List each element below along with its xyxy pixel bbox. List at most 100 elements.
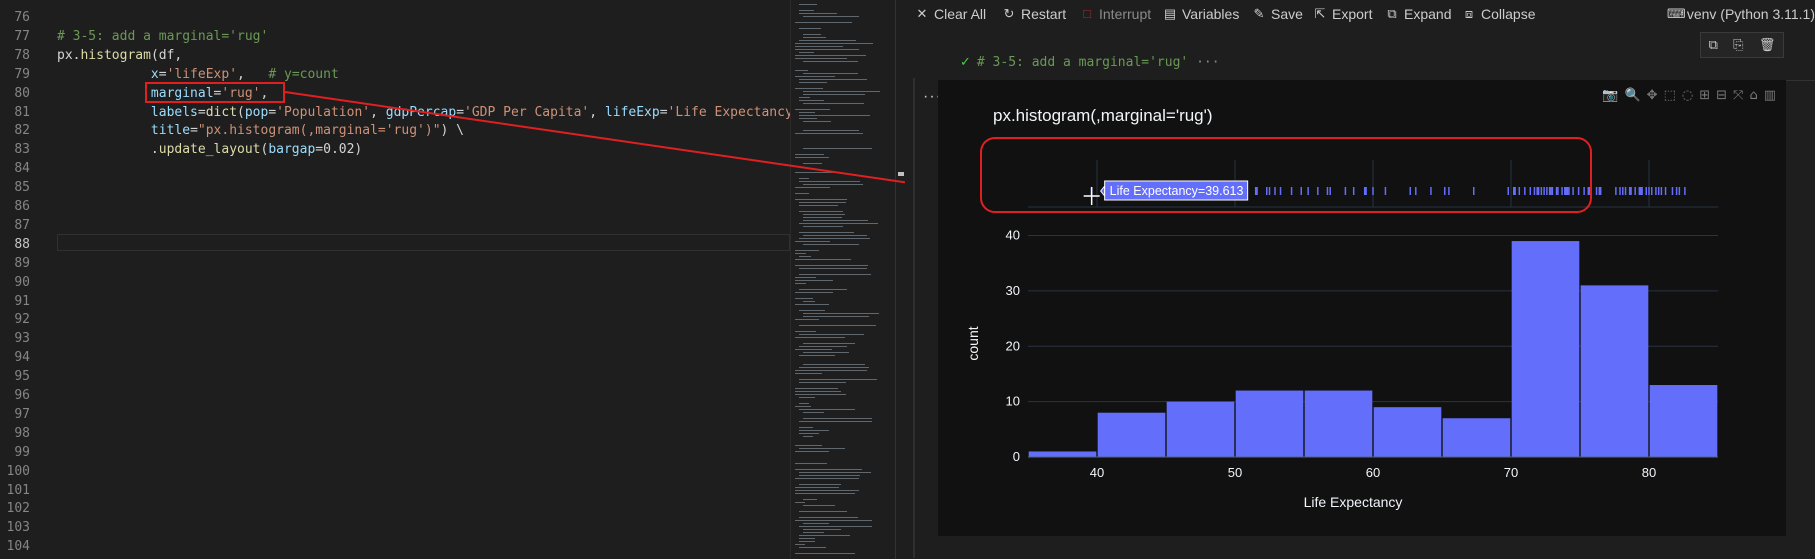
export-icon: ⇱	[1314, 6, 1326, 21]
y-tick-label: 0	[1013, 449, 1020, 464]
code-token: dict	[205, 104, 238, 120]
kernel-label: venv (Python 3.11.1)	[1686, 6, 1815, 22]
variables-button[interactable]: ▤ Variables	[1163, 6, 1239, 22]
code-token: histogram	[80, 47, 151, 63]
histogram-bar[interactable]	[1511, 241, 1580, 457]
cell-action-bar: ⧉ ⎘ 🗑	[1700, 32, 1784, 58]
export-button[interactable]: ⇱ Export	[1313, 6, 1373, 22]
copy-icon[interactable]: ⧉	[1709, 37, 1718, 53]
minimap-line	[795, 22, 852, 23]
histogram-bar[interactable]	[1442, 418, 1511, 457]
minimap-line	[799, 403, 809, 404]
restart-button[interactable]: ↻ Restart	[1002, 6, 1067, 22]
line-number: 87	[14, 217, 30, 233]
scrollbar-thumb[interactable]	[898, 172, 904, 176]
code-line[interactable]: labels=dict(pop='Population', gdpPercap=…	[57, 103, 793, 122]
minimap-line	[803, 16, 859, 17]
expand-button[interactable]: ⧉ Expand	[1385, 6, 1451, 22]
minimap-line	[799, 433, 819, 434]
minimap-line	[799, 475, 860, 476]
minimap-line	[803, 214, 845, 215]
minimap-line	[795, 370, 867, 371]
plotly-figure[interactable]: px.histogram(,marginal='rug') 40 50 60 70 80 0…	[938, 80, 1786, 536]
code-token: bargap	[268, 142, 316, 158]
save-button[interactable]: ✎ Save	[1252, 6, 1303, 22]
zoom-in-icon[interactable]: ⊞	[1699, 88, 1710, 103]
minimap-line	[795, 88, 823, 89]
delete-icon[interactable]: 🗑	[1759, 37, 1776, 53]
editor-scrollbar[interactable]	[895, 0, 905, 559]
code-token: 'Population'	[276, 104, 371, 120]
histogram-bar[interactable]	[1028, 451, 1097, 457]
current-line-highlight	[57, 234, 790, 251]
camera-icon[interactable]: 📷	[1602, 88, 1618, 103]
code-token: (df,	[150, 47, 183, 63]
go-to-code-icon[interactable]: ⎘	[1733, 37, 1743, 53]
line-number: 86	[14, 199, 30, 214]
code-token: ,	[237, 66, 269, 82]
minimap-line	[799, 538, 815, 539]
code-token: ,	[589, 104, 605, 120]
minimap-line	[795, 199, 847, 200]
interrupt-button[interactable]: □ Interrupt	[1080, 6, 1151, 22]
histogram-bar[interactable]	[1580, 285, 1649, 457]
code-line[interactable]: title="px.histogram(,marginal='rug')") \	[57, 121, 464, 140]
code-line[interactable]: px.histogram(df,	[57, 46, 182, 65]
histogram-bar[interactable]	[1235, 390, 1304, 457]
minimap-line	[799, 100, 824, 101]
minimap-line	[799, 310, 825, 311]
minimap-line	[803, 301, 815, 302]
histogram-chart[interactable]: px.histogram(,marginal='rug') 40 50 60 70 80 0…	[938, 80, 1786, 536]
minimap-line	[799, 268, 867, 269]
minimap-line	[799, 205, 838, 206]
code-token: # y=count	[268, 66, 339, 82]
minimap-line	[795, 58, 847, 59]
minimap-line	[795, 490, 859, 491]
zoom-icon[interactable]: 🔍	[1624, 88, 1640, 103]
histogram-bar[interactable]	[1166, 401, 1235, 457]
code-line[interactable]: .update_layout(bargap=0.02)	[57, 140, 362, 159]
minimap-line	[799, 541, 815, 542]
minimap-line	[803, 61, 858, 62]
minimap-line	[795, 55, 866, 56]
minimap-line	[795, 283, 806, 284]
clear-all-button[interactable]: ✕ Clear All	[915, 6, 987, 22]
minimap-line	[795, 469, 862, 470]
variables-label: Variables	[1182, 6, 1240, 22]
line-number: 91	[14, 293, 30, 309]
minimap-line	[803, 148, 872, 149]
minimap-line	[799, 397, 815, 398]
y-tick-label: 20	[1006, 338, 1020, 353]
histogram-bar[interactable]	[1649, 385, 1718, 457]
code-line[interactable]: # 3-5: add a marginal='rug'	[57, 27, 268, 46]
collapse-button[interactable]: ⧈ Collapse	[1462, 6, 1536, 22]
success-check-icon: ✓	[960, 55, 971, 70]
minimap[interactable]	[790, 0, 895, 559]
code-token: title	[150, 123, 191, 139]
zoom-out-icon[interactable]: ⊟	[1716, 88, 1727, 103]
interactive-window-panel[interactable]: ✕ Clear All ↻ Restart □ Interrupt ▤ Variables ✎ S…	[905, 0, 1815, 559]
lasso-select-icon[interactable]: ◌	[1682, 88, 1693, 103]
minimap-line	[803, 37, 826, 38]
kernel-selector[interactable]: ⌨ venv (Python 3.11.1)	[1667, 6, 1815, 22]
cell-input-collapsed[interactable]: ✓ # 3-5: add a marginal='rug' ···	[960, 55, 1220, 70]
expand-ellipsis[interactable]: ···	[1196, 55, 1219, 70]
pan-icon[interactable]: ✥	[1647, 88, 1658, 103]
x-tick-label: 50	[1228, 465, 1242, 480]
minimap-line	[799, 28, 821, 29]
box-select-icon[interactable]: ⬚	[1664, 88, 1676, 103]
stop-icon: □	[1083, 6, 1091, 21]
histogram-bar[interactable]	[1373, 407, 1442, 457]
histogram-bar[interactable]	[1097, 412, 1166, 457]
reset-axes-icon[interactable]: ⌂	[1749, 88, 1757, 103]
line-number: 89	[14, 255, 30, 271]
variables-icon: ▤	[1163, 6, 1177, 21]
histogram-bar[interactable]	[1304, 390, 1373, 457]
plotly-logo-icon[interactable]: ▥	[1764, 88, 1776, 103]
minimap-line	[803, 364, 865, 365]
code-editor[interactable]: 76 77 78 79 80 81 82 83 84 85 86 87 88 89 90 91 92 93 94 95…	[0, 0, 793, 559]
minimap-line	[795, 109, 830, 110]
code-token: =	[659, 104, 668, 120]
code-line[interactable]: x='lifeExp', # y=count	[57, 65, 339, 84]
autoscale-icon[interactable]: ⤧	[1733, 88, 1743, 103]
